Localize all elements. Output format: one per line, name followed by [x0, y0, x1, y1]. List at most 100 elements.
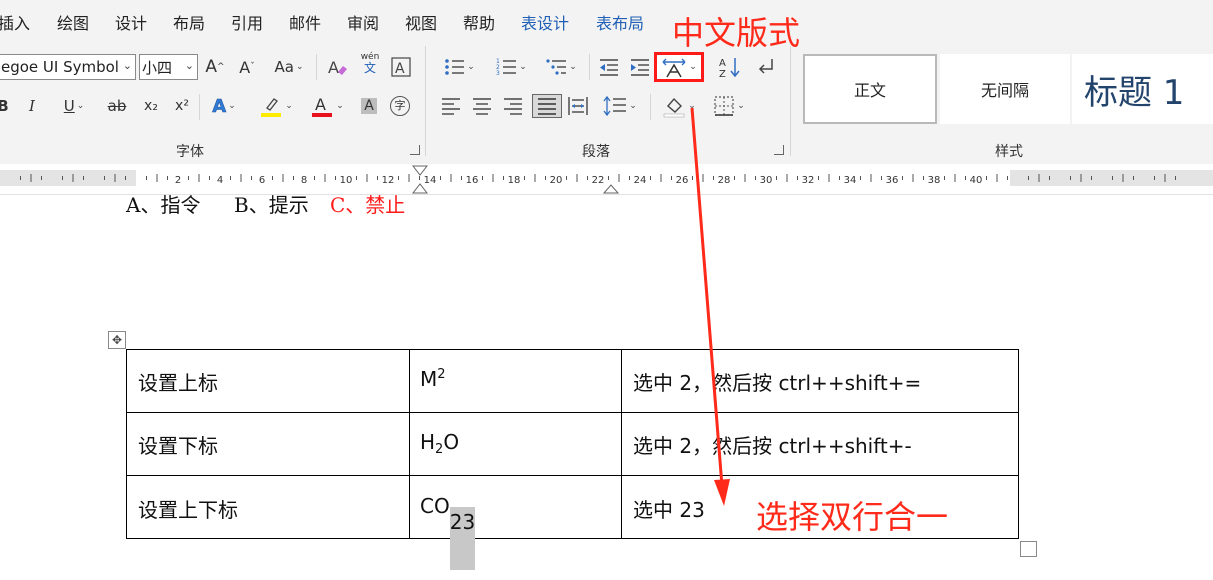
borders-button[interactable]: ⌄: [707, 94, 751, 118]
phonetic-guide-button[interactable]: wén 文: [357, 51, 383, 75]
tab-mailings[interactable]: 邮件: [289, 10, 321, 34]
svg-text:Z: Z: [719, 69, 726, 79]
tab-layout[interactable]: 布局: [173, 10, 205, 34]
line-spacing-button[interactable]: ⌄: [598, 94, 642, 118]
increase-indent-icon[interactable]: [627, 55, 651, 79]
table-resize-handle[interactable]: [1020, 541, 1037, 557]
tab-design[interactable]: 设计: [115, 10, 147, 34]
font-size-select[interactable]: 小四 ⌄: [139, 54, 198, 80]
divider: [589, 54, 590, 80]
shrink-font-icon[interactable]: Aˇ: [235, 55, 259, 79]
phonetic-guide-bottom: 文: [363, 60, 376, 75]
align-left-icon[interactable]: [440, 94, 462, 118]
enclose-characters-button[interactable]: 字: [388, 94, 412, 118]
tab-table-design[interactable]: 表设计: [521, 10, 569, 34]
align-right-icon[interactable]: [502, 94, 524, 118]
chevron-down-icon: ⌄: [737, 101, 745, 111]
style-no-spacing[interactable]: 无间隔: [940, 54, 1070, 124]
tab-view[interactable]: 视图: [405, 10, 437, 34]
ruler-number: 20: [550, 175, 563, 186]
paragraph-dialog-launcher-icon[interactable]: [774, 145, 784, 155]
ruler-number: 12: [382, 175, 395, 186]
group-divider: [425, 46, 426, 156]
underline-button[interactable]: U ⌄: [54, 94, 94, 118]
horizontal-ruler[interactable]: 2 4 6 8 10 12 14 16 18 20 22 24 26 28 30 32 34 36 38 40: [0, 164, 1213, 195]
table-cell-name-superscript[interactable]: 设置上标: [138, 367, 218, 396]
ruler-number: 18: [508, 175, 521, 186]
font-color-button[interactable]: A ⌄: [306, 94, 348, 118]
chevron-down-icon: ⌄: [76, 101, 85, 111]
chevron-down-icon: ⌄: [285, 101, 293, 111]
numbering-icon: 123: [496, 58, 517, 77]
clear-formatting-icon[interactable]: A: [324, 55, 350, 79]
tab-help[interactable]: 帮助: [463, 10, 495, 34]
highlight-button[interactable]: ⌄: [255, 94, 297, 118]
align-center-icon[interactable]: [471, 94, 493, 118]
superscript-mark: 2: [437, 367, 446, 382]
style-heading-1-label: 标题 1: [1084, 72, 1185, 113]
tab-references[interactable]: 引用: [231, 10, 263, 34]
show-marks-icon[interactable]: [752, 55, 778, 79]
ruler-number: 14: [424, 175, 437, 186]
right-indent-marker-icon[interactable]: [602, 184, 620, 194]
justify-icon: [536, 94, 558, 118]
table-cell-name-both[interactable]: 设置上下标: [138, 494, 238, 523]
document-page[interactable]: A、指令 B、提示 C、禁止 ✥ 设置上标 M2 选中 2，然后按 ctrl++…: [0, 195, 1213, 580]
group-divider: [790, 46, 791, 156]
tab-table-layout[interactable]: 表布局: [596, 10, 644, 34]
text-effects-label: A: [212, 95, 227, 117]
tab-draw[interactable]: 绘图: [57, 10, 89, 34]
ruler-number: 8: [301, 175, 307, 186]
selected-text[interactable]: 23: [449, 507, 476, 570]
sort-icon[interactable]: AZ: [718, 55, 742, 79]
ruler-number: 26: [676, 175, 689, 186]
grow-font-icon[interactable]: A ^: [203, 55, 227, 79]
text-effects-button[interactable]: A ⌄: [204, 94, 244, 118]
table-cell-how-subscript[interactable]: 选中 2，然后按 ctrl++shift+-: [633, 430, 912, 459]
strikethrough-button[interactable]: ab: [104, 94, 130, 118]
asian-layout-button[interactable]: ⌄: [654, 52, 704, 82]
annotation-bottom-label: 选择双行合一: [756, 498, 949, 536]
divider: [650, 94, 651, 120]
ruler-number: 10: [340, 175, 353, 186]
style-heading-1[interactable]: 标题 1: [1072, 54, 1213, 124]
font-dialog-launcher-icon[interactable]: [410, 145, 420, 155]
subscript-button[interactable]: x₂: [139, 94, 163, 118]
table-cell-how-superscript[interactable]: 选中 2，然后按 ctrl++shift+=: [633, 367, 921, 396]
tab-insert[interactable]: 插入: [0, 10, 30, 34]
shading-button[interactable]: ⌄: [657, 94, 701, 118]
font-name-select[interactable]: egoe UI Symbol ⌄: [0, 54, 136, 80]
divider: [316, 54, 317, 80]
tab-review[interactable]: 审阅: [347, 10, 379, 34]
character-border-icon[interactable]: A: [389, 55, 413, 79]
character-shading-button[interactable]: A: [358, 94, 380, 118]
bold-button[interactable]: B: [0, 94, 11, 118]
asian-layout-icon: [662, 58, 686, 78]
chevron-down-icon: ⌄: [629, 101, 637, 111]
chevron-down-icon: ⌄: [689, 62, 697, 72]
numbering-button[interactable]: 1 2 3 ⌄: [490, 55, 532, 79]
table-cell-how-both[interactable]: 选中 23: [633, 494, 705, 523]
superscript-button[interactable]: x²: [170, 94, 194, 118]
ruler-number: 4: [217, 175, 223, 186]
table-cell-example-subscript[interactable]: H2O: [420, 430, 459, 457]
multilevel-list-button[interactable]: ⌄: [540, 55, 582, 79]
decrease-indent-icon[interactable]: [596, 55, 620, 79]
table-cell-example-superscript[interactable]: M2: [420, 367, 446, 391]
highlighter-icon: [261, 98, 282, 117]
svg-text:3: 3: [496, 70, 500, 77]
chevron-down-icon: ⌄: [228, 101, 236, 111]
ribbon: egoe UI Symbol ⌄ 小四 ⌄ A ^ Aˇ Aa ⌄ A wén 文 …: [0, 40, 1213, 164]
ruler-number: 16: [466, 175, 479, 186]
change-case-label: Aa: [274, 58, 294, 76]
table-cell-example-both[interactable]: CO23: [420, 494, 476, 570]
italic-button[interactable]: I: [24, 94, 40, 118]
menu-bar: 插入 绘图 设计 布局 引用 邮件 审阅 视图 帮助 表设计 表布局: [0, 0, 1213, 40]
change-case-button[interactable]: Aa ⌄: [269, 55, 309, 79]
font-name-value: egoe UI Symbol: [1, 58, 119, 76]
character-shading-label: A: [361, 98, 377, 114]
bullets-button[interactable]: ⌄: [438, 55, 480, 79]
distributed-icon[interactable]: [566, 94, 590, 118]
style-normal[interactable]: 正文: [803, 54, 937, 124]
table-cell-name-subscript[interactable]: 设置下标: [138, 430, 218, 459]
